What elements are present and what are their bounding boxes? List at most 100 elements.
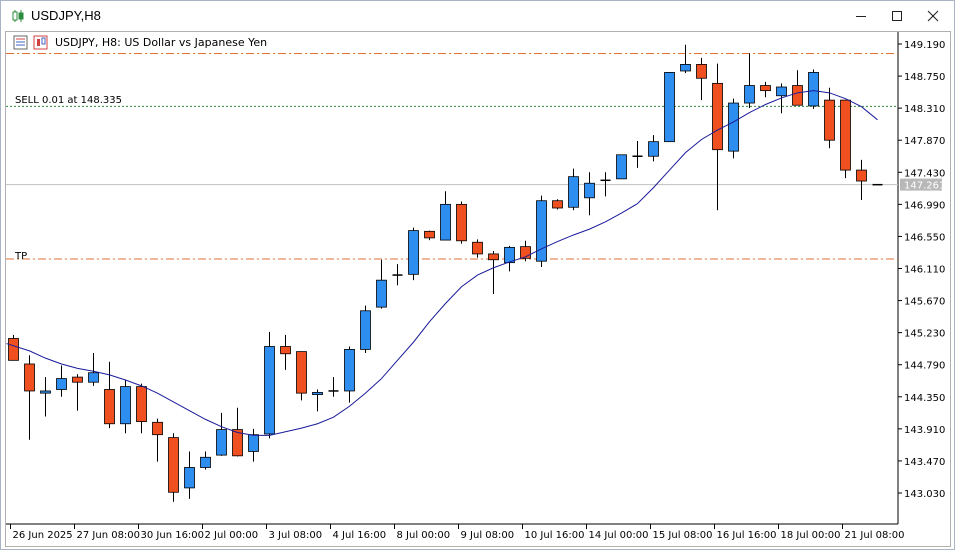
candle-body xyxy=(840,99,851,171)
time-tick-label: 2 Jul 00:00 xyxy=(205,530,259,541)
candle-body xyxy=(552,200,563,209)
price-tick-label: 147.430 xyxy=(904,168,945,179)
candle-body xyxy=(728,102,739,152)
price-tick-label: 145.670 xyxy=(904,297,945,308)
candle-body xyxy=(760,85,771,92)
candle-body xyxy=(808,72,819,107)
candle[interactable] xyxy=(728,98,739,159)
time-tick-label: 21 Jul 08:00 xyxy=(845,530,905,541)
price-tick-label: 144.350 xyxy=(904,393,945,404)
candle-body xyxy=(88,372,99,383)
sell-order-label[interactable]: SELL 0.01 at 148.335 xyxy=(15,95,122,106)
time-tick-label: 10 Jul 16:00 xyxy=(525,530,585,541)
chart-type-icon[interactable] xyxy=(33,35,48,50)
candle-body xyxy=(856,169,867,182)
candle-body xyxy=(344,349,355,392)
window-title: USDJPY,H8 xyxy=(31,8,101,23)
candle-body xyxy=(216,429,227,456)
candle-body xyxy=(152,421,163,436)
candle[interactable] xyxy=(840,99,851,179)
candle-body xyxy=(56,378,67,390)
time-axis-labels: 26 Jun 2025 27 Jun 08:00 30 Jun 16:00 2 Jul… xyxy=(10,524,905,541)
price-tick-label: 149.190 xyxy=(904,40,945,51)
price-tick-label: 143.470 xyxy=(904,457,945,468)
candle-body xyxy=(248,434,259,452)
candle-body xyxy=(744,85,755,104)
candle-body xyxy=(584,182,595,199)
price-tick-label: 146.990 xyxy=(904,200,945,211)
price-chart[interactable]: USDJPY, H8: US Dollar vs Japanese Yen 14… xyxy=(6,32,950,546)
candle[interactable] xyxy=(808,69,819,109)
time-tick-label: 8 Jul 00:00 xyxy=(397,530,451,541)
candle[interactable] xyxy=(8,334,19,361)
time-tick-label: 4 Jul 16:00 xyxy=(333,530,387,541)
candle-body xyxy=(264,346,275,435)
candle[interactable] xyxy=(536,195,547,268)
price-tick-label: 144.790 xyxy=(904,361,945,372)
candle-body xyxy=(24,363,35,392)
candle-body xyxy=(408,230,419,275)
candle[interactable] xyxy=(456,201,467,244)
candle-body xyxy=(120,386,131,425)
candle-body xyxy=(488,253,499,261)
chart-candles-icon xyxy=(12,10,24,22)
candle-body xyxy=(696,64,707,79)
candle[interactable] xyxy=(360,305,371,354)
time-tick-label: 30 Jun 16:00 xyxy=(141,530,205,541)
price-tick-label: 145.230 xyxy=(904,329,945,340)
candle-body xyxy=(312,392,323,395)
time-tick-label: 14 Jul 00:00 xyxy=(589,530,649,541)
maximize-button[interactable] xyxy=(879,1,915,31)
price-tick-label: 148.750 xyxy=(904,72,945,83)
candle-body xyxy=(72,376,83,383)
chart-symbol-label: USDJPY, H8: US Dollar vs Japanese Yen xyxy=(55,36,267,49)
price-tick-label: 143.030 xyxy=(904,489,945,500)
candle-body xyxy=(536,200,547,262)
price-tag-label: 147.261 xyxy=(904,181,945,192)
candle-body xyxy=(648,141,659,157)
close-button[interactable] xyxy=(915,1,951,31)
candle-body xyxy=(168,437,179,493)
candle[interactable] xyxy=(168,433,179,502)
chart-window: USDJPY,H8 USDJPY, H8: US Dollar vs Japan… xyxy=(0,0,955,550)
price-tick-label: 148.310 xyxy=(904,104,945,115)
objects-list-icon[interactable] xyxy=(13,35,28,50)
candle-body xyxy=(40,390,51,394)
candle-body xyxy=(424,230,435,239)
time-tick-label: 3 Jul 08:00 xyxy=(269,530,323,541)
candle-body xyxy=(360,310,371,350)
time-tick-label: 16 Jul 16:00 xyxy=(717,530,777,541)
time-tick-label: 9 Jul 08:00 xyxy=(461,530,515,541)
price-tick-label: 146.550 xyxy=(904,232,945,243)
price-axis-labels: 149.190 148.750 148.310 147.870 147.430 146.9… xyxy=(898,40,945,500)
candle-body xyxy=(568,176,579,208)
close-icon xyxy=(927,10,939,22)
chart-area[interactable]: USDJPY, H8: US Dollar vs Japanese Yen 14… xyxy=(5,31,951,547)
title-bar[interactable]: USDJPY,H8 xyxy=(1,1,954,31)
candle-body xyxy=(200,456,211,468)
candle-body xyxy=(104,389,115,425)
candle-body xyxy=(776,86,787,97)
tp-label[interactable]: TP xyxy=(14,251,27,262)
price-tick-label: 147.870 xyxy=(904,136,945,147)
candle[interactable] xyxy=(408,227,419,281)
price-tick-label: 143.910 xyxy=(904,425,945,436)
candle[interactable] xyxy=(616,154,627,180)
candle[interactable] xyxy=(296,351,307,401)
candle-body xyxy=(280,346,291,355)
candle-body xyxy=(296,351,307,394)
price-tick-label: 146.110 xyxy=(904,265,945,276)
minimize-button[interactable] xyxy=(843,1,879,31)
candle[interactable] xyxy=(664,72,675,143)
candle-body xyxy=(456,203,467,242)
candle-body xyxy=(376,279,387,308)
time-tick-label: 15 Jul 08:00 xyxy=(653,530,713,541)
candle-body xyxy=(472,241,483,255)
time-tick-label: 26 Jun 2025 xyxy=(13,530,73,541)
candle-body xyxy=(136,386,147,422)
minimize-icon xyxy=(856,16,866,17)
candle[interactable] xyxy=(552,199,563,210)
candle[interactable] xyxy=(264,331,275,439)
candle-body xyxy=(8,338,19,361)
candle-body xyxy=(792,85,803,106)
